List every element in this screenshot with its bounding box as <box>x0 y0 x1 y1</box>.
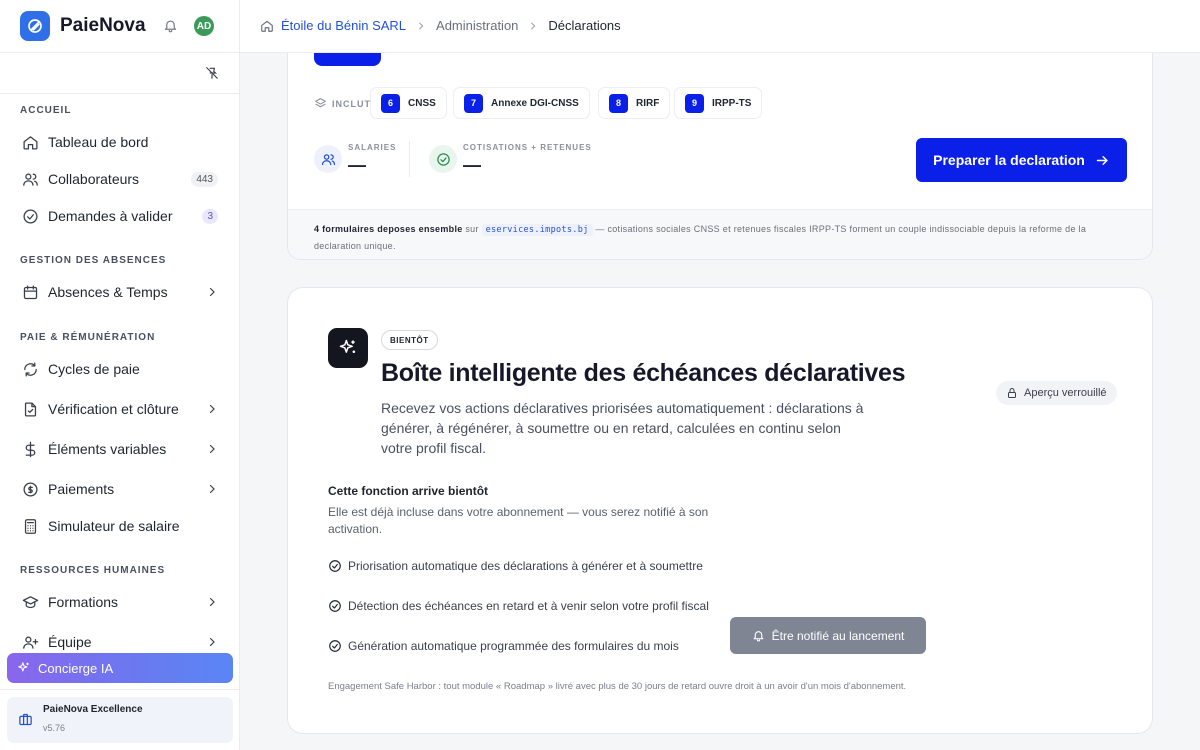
divider <box>0 93 239 94</box>
arrow-right-icon <box>1096 155 1108 165</box>
pin-off-icon[interactable] <box>205 66 219 80</box>
home-icon <box>23 135 38 150</box>
sidebar-item-equipe[interactable]: Équipe <box>22 629 218 655</box>
chevron-right-icon <box>209 637 215 647</box>
smart-deadlines-card: BIENTÔT Boîte intelligente des échéances… <box>287 287 1153 734</box>
count-badge: 3 <box>202 208 218 224</box>
chevron-right-icon <box>209 597 215 607</box>
sidebar-item-cycles-paie[interactable]: Cycles de paie <box>22 356 218 382</box>
sparkles-icon <box>328 328 368 368</box>
bell-icon <box>753 631 763 642</box>
file-check-icon <box>24 401 37 417</box>
sidebar-item-formations[interactable]: Formations <box>22 589 218 615</box>
check-circle-icon <box>23 208 38 224</box>
top-header: Étoile du Bénin SARL Administration Décl… <box>240 0 1200 53</box>
coin-icon <box>23 481 38 497</box>
section-accueil: ACCUEIL <box>20 105 72 116</box>
app-version: v5.76 <box>43 723 66 733</box>
feature-title: Boîte intelligente des échéances déclara… <box>381 359 906 387</box>
app-name: PaieNova <box>60 15 146 36</box>
section-rh: RESSOURCES HUMAINES <box>20 565 166 576</box>
count-badge: 443 <box>191 171 218 187</box>
lock-icon <box>1008 388 1016 398</box>
breadcrumb: Étoile du Bénin SARL Administration Décl… <box>260 18 621 33</box>
chevron-right-icon <box>209 484 215 494</box>
plan-card[interactable]: PaieNova Excellence v5.76 <box>7 697 233 743</box>
check-circle-icon <box>329 560 341 572</box>
chevron-right-icon <box>209 444 215 454</box>
declaration-footer-note: 4 formulaires deposes ensemble sur eserv… <box>288 209 1152 259</box>
user-plus-icon <box>23 636 39 649</box>
section-absences: GESTION DES ABSENCES <box>20 255 167 266</box>
stat-divider <box>409 141 410 177</box>
bell-icon[interactable] <box>163 18 178 33</box>
feature-item: Priorisation automatique des déclaration… <box>328 558 713 575</box>
sidebar-item-dashboard[interactable]: Tableau de bord <box>22 129 218 155</box>
check-circle-icon <box>329 640 341 652</box>
breadcrumb-declarations: Déclarations <box>548 18 621 33</box>
sparkles-icon <box>18 662 29 672</box>
chip-cnss: 6 CNSS <box>370 87 447 119</box>
graduation-cap-icon <box>22 595 39 608</box>
calendar-icon <box>23 284 38 299</box>
divider <box>0 689 239 690</box>
users-icon <box>314 145 342 173</box>
sidebar-item-demandes[interactable]: Demandes à valider 3 <box>22 203 218 229</box>
safe-harbor-note: Engagement Safe Harbor : tout module « R… <box>328 681 907 692</box>
sidebar-item-elements-variables[interactable]: Éléments variables <box>22 436 218 462</box>
feature-description: Recevez vos actions déclaratives prioris… <box>381 400 864 456</box>
eservices-link[interactable]: eservices.impots.bj <box>481 224 593 236</box>
chip-annexe-dgi-cnss: 7 Annexe DGI-CNSS <box>453 87 590 119</box>
brand[interactable]: PaieNova <box>20 11 146 41</box>
section-paie: PAIE & RÉMUNÉRATION <box>20 332 156 343</box>
feature-item: Détection des échéances en retard et à v… <box>328 598 713 615</box>
divider <box>0 52 239 53</box>
prepare-declaration-button[interactable]: Preparer la declaration <box>916 138 1127 182</box>
stat-label-cotisations: COTISATIONS + RETENUES <box>463 143 592 152</box>
concierge-ia-button[interactable]: Concierge IA <box>7 653 233 683</box>
sidebar: PaieNova AD ACCUEIL Tableau de bord Coll… <box>0 0 240 750</box>
stat-value-salaries: — <box>348 155 366 175</box>
avatar[interactable]: AD <box>194 16 214 36</box>
sidebar-item-absences-temps[interactable]: Absences & Temps <box>22 279 218 305</box>
sidebar-item-collaborateurs[interactable]: Collaborateurs 443 <box>22 166 218 192</box>
coming-soon-title: Cette fonction arrive bientôt <box>328 484 489 498</box>
breadcrumb-administration[interactable]: Administration <box>436 18 518 33</box>
feature-item: Génération automatique programmée des fo… <box>328 638 713 655</box>
sidebar-item-simulateur[interactable]: Simulateur de salaire <box>22 513 218 539</box>
check-circle-icon <box>429 145 457 173</box>
refresh-icon <box>24 361 37 377</box>
briefcase-icon <box>19 713 32 726</box>
dollar-icon <box>25 441 36 457</box>
chevron-right-icon <box>209 287 215 297</box>
coming-soon-badge: BIENTÔT <box>381 330 438 350</box>
users-icon <box>23 173 38 186</box>
chevron-right-icon <box>419 22 424 29</box>
check-circle-icon <box>329 600 341 612</box>
sidebar-item-paiements[interactable]: Paiements <box>22 476 218 502</box>
chip-irpp-ts: 9 IRPP-TS <box>674 87 763 119</box>
locked-preview-badge: Aperçu verrouillé <box>996 381 1117 405</box>
paienova-logo-icon <box>20 11 50 41</box>
plan-name: PaieNova Excellence <box>43 704 143 715</box>
sidebar-item-verification[interactable]: Vérification et clôture <box>22 396 218 422</box>
home-icon[interactable] <box>260 19 274 33</box>
coming-soon-description: Elle est déjà incluse dans votre abonnem… <box>328 505 709 536</box>
stat-value-cotisations: — <box>463 155 481 175</box>
stat-label-salaries: SALARIES <box>348 143 397 152</box>
chevron-right-icon <box>531 22 536 29</box>
chevron-right-icon <box>209 404 215 414</box>
notify-launch-button[interactable]: Être notifié au lancement <box>730 617 926 654</box>
calculator-icon <box>24 518 37 534</box>
includes-label: INCLUT <box>314 97 371 110</box>
breadcrumb-company[interactable]: Étoile du Bénin SARL <box>281 18 406 33</box>
chip-rirf: 8 RIRF <box>598 87 671 119</box>
layers-icon <box>315 98 326 108</box>
